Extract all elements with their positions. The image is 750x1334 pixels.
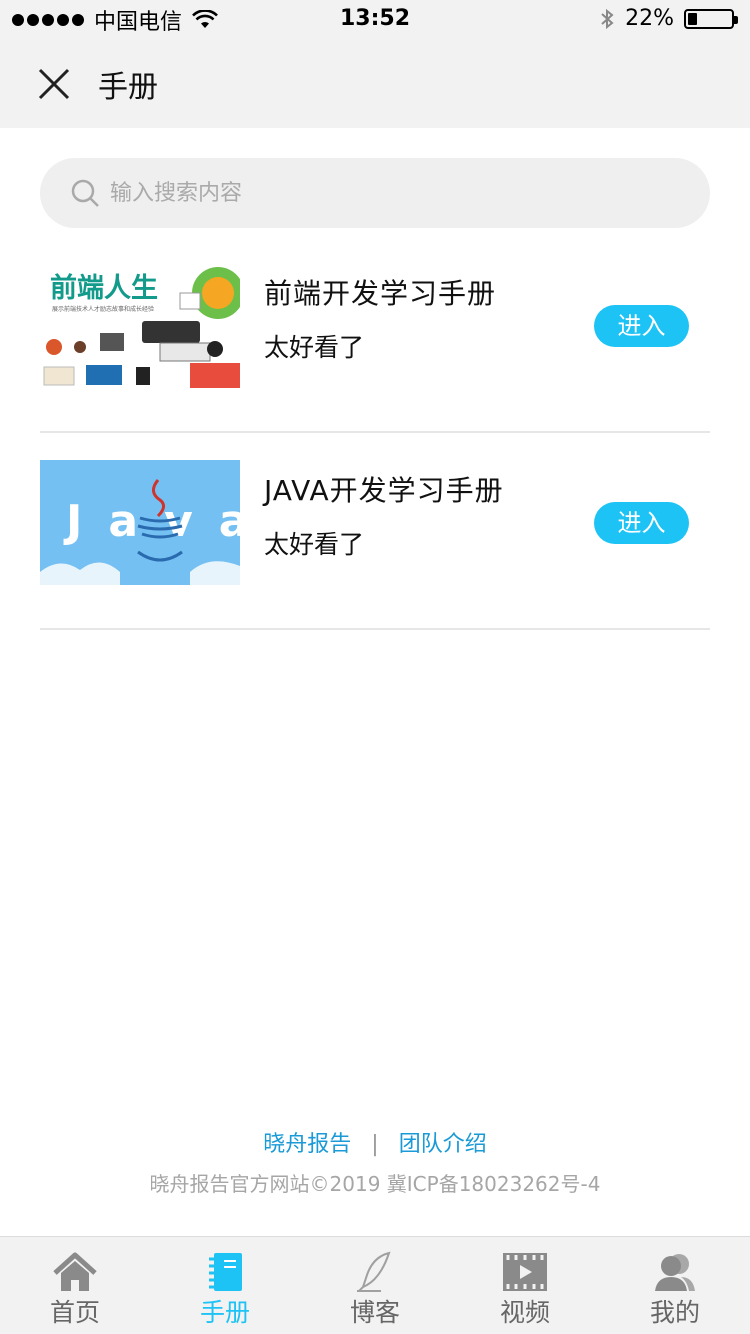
tab-label: 博客 xyxy=(349,1298,400,1327)
status-right: 22% xyxy=(599,6,738,31)
enter-button[interactable]: 进入 xyxy=(594,502,689,544)
list-item[interactable]: 前端人生 展示前端技术人才励志故事和成长经验 前端开发学习手册 太好看了 进入 xyxy=(40,236,710,433)
wifi-icon xyxy=(192,10,218,28)
item-title: 前端开发学习手册 xyxy=(264,277,497,310)
list-item[interactable]: Java JAVA开发学习手册 太好看了 进入 xyxy=(40,433,710,630)
search-bar[interactable] xyxy=(40,158,710,228)
cover-title: 前端人生 xyxy=(50,272,158,304)
status-bar: 中国电信 13:52 22% xyxy=(0,0,750,40)
footer-link-team[interactable]: 团队介绍 xyxy=(399,1132,487,1157)
java-cover-image: Java xyxy=(40,460,240,585)
footer-links: 晓舟报告 | 团队介绍 xyxy=(0,1126,750,1158)
close-icon xyxy=(38,68,70,100)
quill-icon xyxy=(357,1251,391,1292)
tab-video[interactable]: 视频 xyxy=(450,1237,600,1334)
tab-label: 视频 xyxy=(499,1298,550,1327)
item-description: 太好看了 xyxy=(264,530,365,559)
nav-bar: 手册 xyxy=(0,40,750,128)
signal-strength-icon xyxy=(12,14,84,26)
cover-subtitle: 展示前端技术人才励志故事和成长经验 xyxy=(52,305,154,313)
tab-manual[interactable]: 手册 xyxy=(150,1237,300,1334)
notebook-icon xyxy=(209,1253,242,1291)
bluetooth-icon xyxy=(601,8,614,29)
tab-label: 手册 xyxy=(199,1298,250,1327)
film-icon xyxy=(503,1253,547,1291)
item-description: 太好看了 xyxy=(264,333,365,362)
manual-list: 前端人生 展示前端技术人才励志故事和成长经验 前端开发学习手册 太好看了 进入 xyxy=(40,236,710,630)
tab-label: 我的 xyxy=(649,1298,700,1327)
search-input[interactable] xyxy=(110,180,670,206)
battery-fill xyxy=(688,12,698,25)
search-icon xyxy=(71,179,99,207)
tab-mine[interactable]: 我的 xyxy=(600,1237,750,1334)
footer-link-xiaozhou-report[interactable]: 晓舟报告 xyxy=(263,1132,351,1157)
copyright-text: 晓舟报告官方网站©2019 冀ICP备18023262号-4 xyxy=(149,1172,601,1196)
close-button[interactable] xyxy=(36,66,72,102)
battery-icon xyxy=(684,8,738,29)
home-icon xyxy=(53,1252,97,1291)
tab-home[interactable]: 首页 xyxy=(0,1237,150,1334)
frontend-cover-image: 前端人生 展示前端技术人才励志故事和成长经验 xyxy=(40,263,240,388)
tab-blog[interactable]: 博客 xyxy=(300,1237,450,1334)
battery-percent: 22% xyxy=(625,6,674,31)
page-title: 手册 xyxy=(98,70,158,105)
enter-button[interactable]: 进入 xyxy=(594,305,689,347)
carrier-name: 中国电信 xyxy=(94,10,183,35)
tab-bar: 首页 手册 博客 视频 我的 xyxy=(0,1236,750,1334)
item-title: JAVA开发学习手册 xyxy=(264,474,504,507)
user-icon xyxy=(655,1254,695,1291)
tab-label: 首页 xyxy=(49,1298,100,1327)
footer-separator: | xyxy=(371,1132,379,1157)
